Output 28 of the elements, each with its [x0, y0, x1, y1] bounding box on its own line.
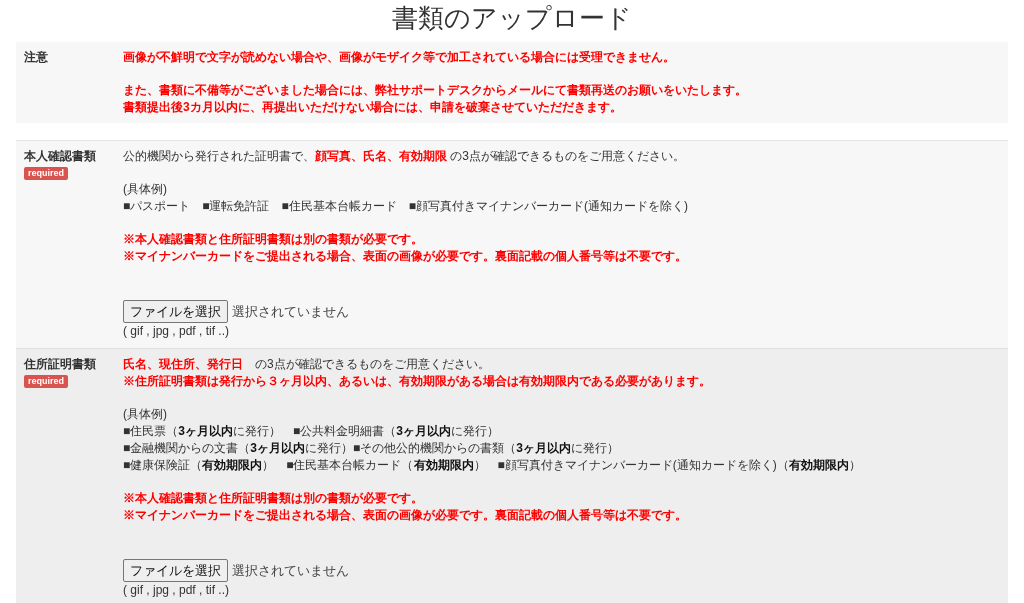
warning-text: ※本人確認書類と住所証明書類は別の書類が必要です。 — [123, 490, 424, 507]
warning-text: 書類提出後3カ月以内に、再提出いただけない場合には、申請を破棄させていただだきます。 — [123, 99, 623, 116]
body-text: ■パスポート ■運転免許証 ■住民基本台帳カード ■顔写真付きマイナンバーカード(通知カードを除く) — [123, 198, 688, 215]
file-status-text: 選択されていません — [232, 303, 349, 320]
file-select-button[interactable]: ファイルを選択 — [123, 559, 228, 582]
body-text: ■金融機関からの文書（3ヶ月以内に発行）■その他公的機関からの書類（3ヶ月以内に発行） — [123, 440, 620, 457]
file-status-text: 選択されていません — [232, 562, 349, 579]
warning-text: 画像が不鮮明で文字が読めない場合や、画像がモザイク等で加工されている場合には受理できません。 — [123, 49, 676, 66]
page-title: 書類のアップロード — [391, 2, 633, 35]
file-types-hint: ( gif , jpg , pdf , tif ..) — [123, 323, 231, 340]
warning-text: また、書類に不備等がございました場合には、弊社サポートデスクからメールにて書類再送のお願いをいたします。 — [123, 82, 747, 99]
body-text: (具体例) — [123, 181, 168, 198]
warning-text: ※本人確認書類と住所証明書類は別の書類が必要です。 — [123, 231, 424, 248]
body-text: ■住民票（3ヶ月以内に発行） ■公共料金明細書（3ヶ月以内に発行） — [123, 423, 500, 440]
section-label: 本人確認書類 — [24, 148, 96, 165]
body-text: (具体例) — [123, 406, 168, 423]
file-types-hint: ( gif , jpg , pdf , tif ..) — [123, 582, 231, 599]
required-badge: required — [24, 375, 68, 388]
body-text: 氏名、現住所、発行日 の3点が確認できるものをご用意ください。 — [123, 356, 491, 373]
section-label: 注意 — [24, 49, 48, 66]
warning-text: ※住所証明書類は発行から３ヶ月以内、あるいは、有効期限がある場合は有効期限内である必要があります。 — [123, 373, 712, 390]
section-label: 住所証明書類 — [24, 356, 96, 373]
required-badge: required — [24, 167, 68, 180]
body-text: ■健康保険証（有効期限内） ■住民基本台帳カード（有効期限内） ■顔写真付きマイナンバーカード(通知カードを除く)（有効期限内） — [123, 457, 861, 474]
warning-text: ※マイナンバーカードをご提出される場合、表面の画像が必要です。裏面記載の個人番号等は不要です。 — [123, 507, 688, 524]
file-select-button[interactable]: ファイルを選択 — [123, 300, 228, 323]
body-text: 公的機関から発行された証明書で、顔写真、氏名、有効期限 の3点が確認できるものをご用意ください。 — [123, 148, 686, 165]
warning-text: ※マイナンバーカードをご提出される場合、表面の画像が必要です。裏面記載の個人番号等は不要です。 — [123, 248, 688, 265]
